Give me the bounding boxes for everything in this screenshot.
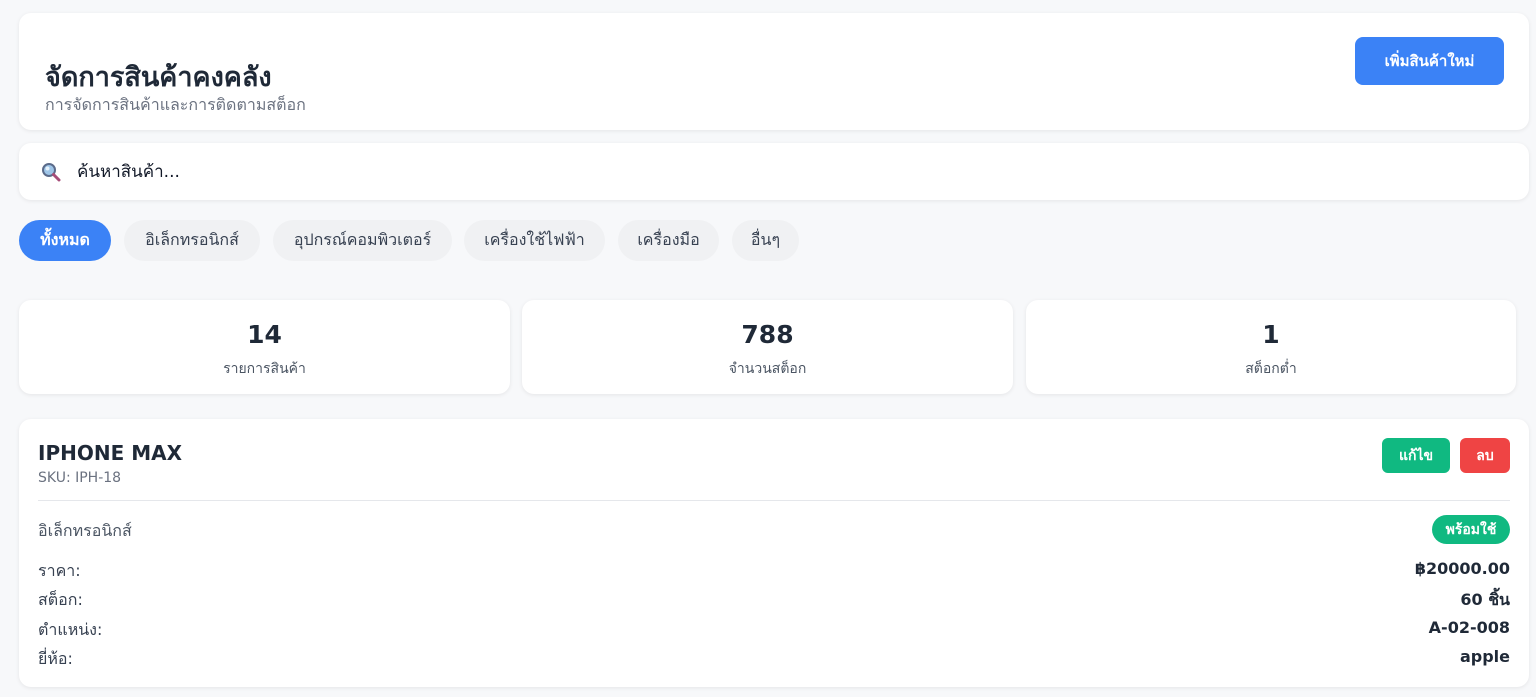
stat-label: จำนวนสต็อก xyxy=(728,361,807,377)
stock-label: สต็อก: xyxy=(38,590,83,609)
stat-value: 788 xyxy=(741,320,794,349)
stat-value: 1 xyxy=(1262,320,1280,349)
brand-label: ยี่ห้อ: xyxy=(38,649,73,668)
stat-label: สต็อกต่ำ xyxy=(1245,361,1297,377)
price-value: ฿20000.00 xyxy=(1414,559,1510,578)
tab-others[interactable]: อื่นๆ xyxy=(732,220,799,261)
status-badge: พร้อมใช้ xyxy=(1432,515,1510,544)
product-name: IPHONE MAX xyxy=(38,441,183,465)
search-bar xyxy=(19,143,1529,200)
page-title: จัดการสินค้าคงคลัง xyxy=(45,62,272,93)
search-icon xyxy=(41,162,61,182)
search-input[interactable] xyxy=(77,153,1497,191)
location-value: A-02-008 xyxy=(1428,618,1510,637)
brand-value: apple xyxy=(1459,647,1510,666)
stat-label: รายการสินค้า xyxy=(223,361,306,377)
tab-tools[interactable]: เครื่องมือ xyxy=(618,220,719,261)
stat-card-low-stock: 1 สต็อกต่ำ xyxy=(1026,300,1516,394)
add-product-button[interactable]: เพิ่มสินค้าใหม่ xyxy=(1355,37,1504,85)
stat-card-stock: 788 จำนวนสต็อก xyxy=(522,300,1013,394)
tab-electronics[interactable]: อิเล็กทรอนิกส์ xyxy=(124,220,260,261)
stat-value: 14 xyxy=(247,320,282,349)
stock-value: 60 ชิ้น xyxy=(1460,590,1510,609)
product-sku: SKU: IPH-18 xyxy=(38,470,122,486)
divider xyxy=(38,500,1510,501)
price-label: ราคา: xyxy=(38,561,81,580)
tab-all[interactable]: ทั้งหมด xyxy=(19,220,111,261)
delete-button[interactable]: ลบ xyxy=(1460,438,1510,473)
stat-card-products: 14 รายการสินค้า xyxy=(19,300,510,394)
page-subtitle: การจัดการสินค้าและการติดตามสต็อก xyxy=(45,95,306,114)
tab-electrical-appliances[interactable]: เครื่องใช้ไฟฟ้า xyxy=(464,220,605,261)
product-card: IPHONE MAX SKU: IPH-18 แก้ไข ลบ อิเล็กทร… xyxy=(19,419,1529,687)
edit-button[interactable]: แก้ไข xyxy=(1382,438,1450,473)
page-header: จัดการสินค้าคงคลัง การจัดการสินค้าและการ… xyxy=(19,13,1529,130)
location-label: ตำแหน่ง: xyxy=(38,620,103,639)
product-category: อิเล็กทรอนิกส์ xyxy=(38,521,132,540)
tab-computer-equipment[interactable]: อุปกรณ์คอมพิวเตอร์ xyxy=(273,220,452,261)
